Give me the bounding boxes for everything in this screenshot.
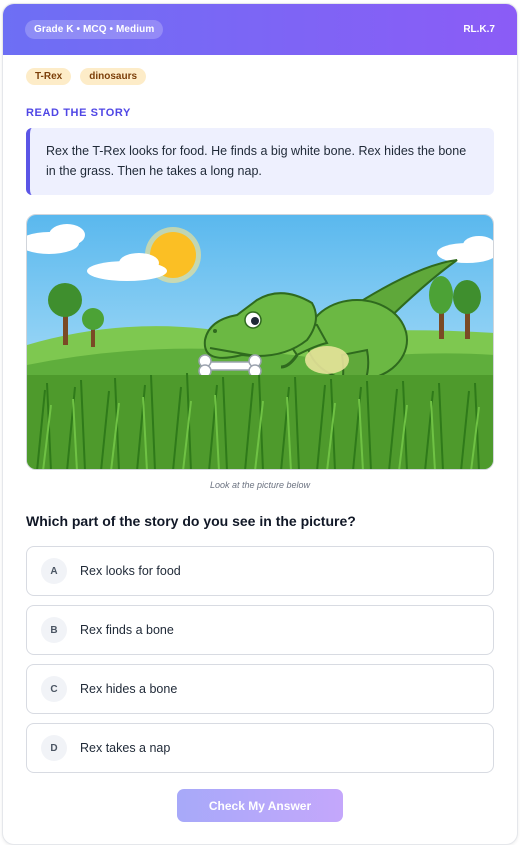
story-passage: Rex the T-Rex looks for food. He finds a… xyxy=(26,128,494,195)
option-letter-d: D xyxy=(41,735,67,761)
tag-dinosaurs: dinosaurs xyxy=(80,68,147,85)
check-answer-button[interactable]: Check My Answer xyxy=(177,789,343,822)
option-text-c: Rex hides a bone xyxy=(80,682,178,696)
option-c[interactable]: C Rex hides a bone xyxy=(26,664,494,714)
submit-area: Check My Answer xyxy=(3,789,517,822)
option-text-b: Rex finds a bone xyxy=(80,623,174,637)
dinosaur-bone-grass-icon xyxy=(27,215,493,469)
picture-caption: Look at the picture below xyxy=(209,480,311,490)
option-d[interactable]: D Rex takes a nap xyxy=(26,723,494,773)
answer-options: A Rex looks for food B Rex finds a bone … xyxy=(26,546,494,773)
tag-trex: T-Rex xyxy=(26,68,72,85)
option-letter-c: C xyxy=(41,676,67,702)
option-a[interactable]: A Rex looks for food xyxy=(26,546,494,596)
option-b[interactable]: B Rex finds a bone xyxy=(26,605,494,655)
option-letter-b: B xyxy=(41,617,67,643)
topic-tags: T-Rex dinosaurs xyxy=(3,55,517,85)
story-illustration xyxy=(26,214,494,470)
standard-code: RL.K.7 xyxy=(463,24,495,35)
question-text: Which part of the story do you see in th… xyxy=(26,513,356,529)
option-text-a: Rex looks for food xyxy=(80,564,181,578)
card-header: Grade K • MCQ • Medium RL.K.7 xyxy=(3,4,517,55)
option-text-d: Rex takes a nap xyxy=(80,741,171,755)
question-card: Grade K • MCQ • Medium RL.K.7 T-Rex dino… xyxy=(2,3,518,845)
grade-level-pill: Grade K • MCQ • Medium xyxy=(25,20,164,39)
option-letter-a: A xyxy=(41,558,67,584)
story-section-label: READ THE STORY xyxy=(26,107,131,119)
